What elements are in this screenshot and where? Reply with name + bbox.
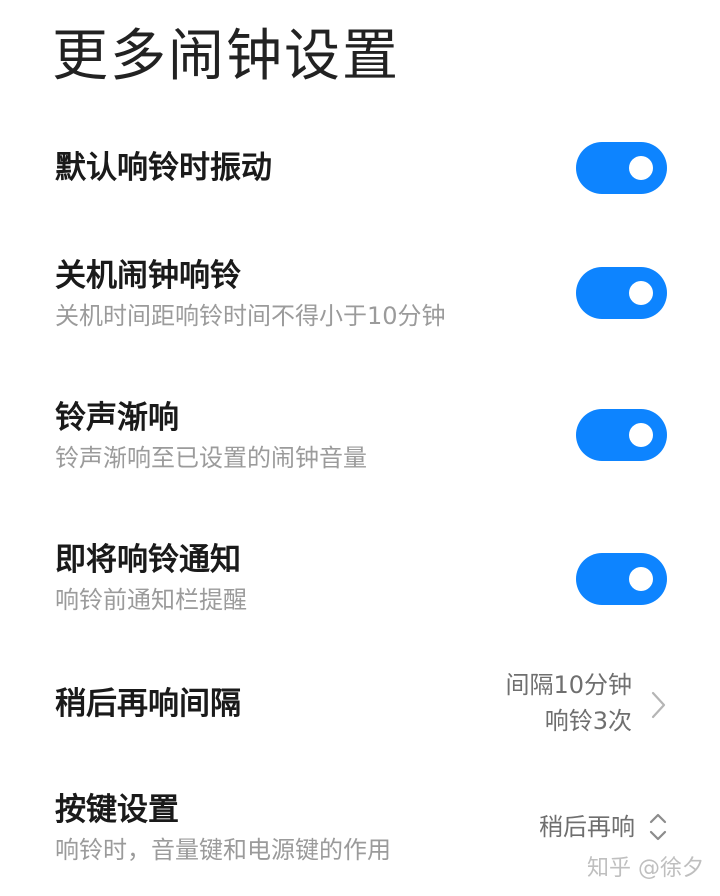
setting-ringtone-fade-in: 铃声渐响 铃声渐响至已设置的闹钟音量 <box>0 398 720 478</box>
toggle-knob <box>629 567 653 591</box>
snooze-count-value: 响铃3次 <box>544 707 632 735</box>
toggle-knob <box>629 156 653 180</box>
setting-title: 按键设置 <box>55 792 179 828</box>
setting-description: 响铃前通知栏提醒 <box>55 586 247 614</box>
vibrate-toggle[interactable] <box>576 142 667 194</box>
setting-title: 关机闹钟响铃 <box>55 258 241 294</box>
setting-power-off-alarm: 关机闹钟响铃 关机时间距响铃时间不得小于10分钟 <box>0 256 720 336</box>
snooze-interval-value: 间隔10分钟 <box>505 671 632 699</box>
setting-description: 关机时间距响铃时间不得小于10分钟 <box>55 302 446 330</box>
setting-title: 铃声渐响 <box>55 400 179 436</box>
up-down-icon <box>649 813 667 841</box>
watermark: 知乎 @徐夕 <box>587 856 704 881</box>
setting-snooze-interval[interactable]: 稍后再响间隔 间隔10分钟 响铃3次 <box>0 664 720 744</box>
setting-upcoming-alarm-notice: 即将响铃通知 响铃前通知栏提醒 <box>0 540 720 620</box>
setting-title: 稍后再响间隔 <box>55 686 241 722</box>
fade-in-toggle[interactable] <box>576 409 667 461</box>
button-behavior-value: 稍后再响 <box>539 813 635 841</box>
toggle-knob <box>629 423 653 447</box>
setting-title: 即将响铃通知 <box>55 542 241 578</box>
chevron-right-icon <box>651 691 666 719</box>
setting-description: 响铃时，音量键和电源键的作用 <box>55 836 391 864</box>
setting-vibrate-on-ring: 默认响铃时振动 <box>0 142 720 196</box>
setting-title: 默认响铃时振动 <box>55 150 272 186</box>
upcoming-notice-toggle[interactable] <box>576 553 667 605</box>
page-title: 更多闹钟设置 <box>52 24 400 89</box>
power-off-alarm-toggle[interactable] <box>576 267 667 319</box>
toggle-knob <box>629 281 653 305</box>
setting-description: 铃声渐响至已设置的闹钟音量 <box>55 444 367 472</box>
